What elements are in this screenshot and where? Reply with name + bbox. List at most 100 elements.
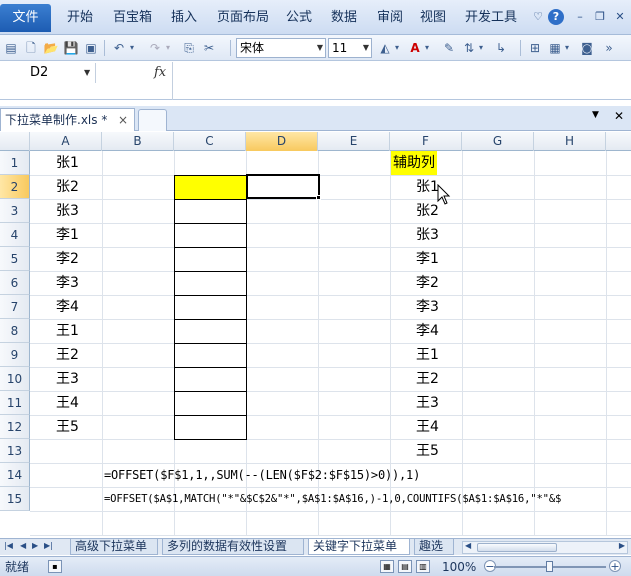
cell-f6[interactable]: 李2 <box>416 271 439 295</box>
cell-f3[interactable]: 张2 <box>416 199 439 223</box>
window-minimize-icon[interactable]: – <box>572 9 588 25</box>
close-workbook-icon[interactable]: ✕ <box>614 109 624 123</box>
redo-dropdown-icon[interactable]: ▾ <box>162 39 174 57</box>
row-header-1[interactable]: 1 <box>0 151 30 175</box>
scroll-left-icon[interactable]: ◀ <box>465 541 471 550</box>
sheet-tab-multi-column-validation[interactable]: 多列的数据有效性设置 <box>162 539 304 555</box>
row-header-10[interactable]: 10 <box>0 367 30 391</box>
chevron-down-icon[interactable]: ▼ <box>592 110 599 120</box>
window-close-icon[interactable]: ✕ <box>612 9 628 25</box>
menu-home[interactable]: 开始 <box>67 9 93 27</box>
row-header-15[interactable]: 15 <box>0 487 30 511</box>
menu-data[interactable]: 数据 <box>331 9 357 27</box>
cell-a12[interactable]: 王5 <box>56 415 79 439</box>
menu-insert[interactable]: 插入 <box>171 9 197 27</box>
cell-a7[interactable]: 李4 <box>56 295 79 319</box>
chevron-down-icon[interactable]: ▼ <box>84 63 90 83</box>
cell-f9[interactable]: 王1 <box>416 343 439 367</box>
insert-function-icon[interactable]: fx <box>154 63 166 83</box>
zoom-slider-knob[interactable] <box>546 561 553 572</box>
page-break-view-icon[interactable]: ▥ <box>416 560 430 573</box>
row-header-4[interactable]: 4 <box>0 223 30 247</box>
column-header-i[interactable] <box>606 132 631 151</box>
menu-view[interactable]: 视图 <box>420 9 446 27</box>
autofill-icon[interactable]: ↳ <box>492 39 510 57</box>
new-file-icon[interactable]: 🗋 <box>22 39 40 57</box>
row-header-7[interactable]: 7 <box>0 295 30 319</box>
scroll-right-icon[interactable]: ▶ <box>619 541 625 550</box>
cell-a4[interactable]: 李1 <box>56 223 79 247</box>
minimize-ribbon-icon[interactable]: ♡ <box>530 9 546 25</box>
borders-icon[interactable]: ⊞ <box>526 39 544 57</box>
copy-icon[interactable]: ⎘ <box>180 39 198 57</box>
cell-f1[interactable]: 辅助列 <box>393 151 435 175</box>
column-header-e[interactable]: E <box>318 132 390 151</box>
row-header-12[interactable]: 12 <box>0 415 30 439</box>
normal-view-icon[interactable]: ▦ <box>380 560 394 573</box>
table-format-dropdown-icon[interactable]: ▾ <box>562 39 572 57</box>
menu-developer[interactable]: 开发工具 <box>465 9 517 27</box>
cell-f2[interactable]: 张1 <box>416 175 439 199</box>
file-menu-button[interactable]: 文件 <box>0 4 51 32</box>
row-header-6[interactable]: 6 <box>0 271 30 295</box>
cell-a2[interactable]: 张2 <box>56 175 79 199</box>
cell-f13[interactable]: 王5 <box>416 439 439 463</box>
column-header-g[interactable]: G <box>462 132 534 151</box>
cell-a9[interactable]: 王2 <box>56 343 79 367</box>
cell-a6[interactable]: 李3 <box>56 271 79 295</box>
column-header-d[interactable]: D <box>246 132 318 151</box>
menu-page-layout[interactable]: 页面布局 <box>217 9 269 27</box>
toolbar-menu-icon[interactable]: ▤ <box>2 39 20 57</box>
select-all-corner[interactable] <box>0 132 30 151</box>
row-header-13[interactable]: 13 <box>0 439 30 463</box>
fill-handle[interactable] <box>316 195 321 200</box>
cell-b14-formula[interactable]: =OFFSET($F$1,1,,SUM(--(LEN($F$2:$F$15)>0… <box>104 463 420 487</box>
last-sheet-icon[interactable]: ▶| <box>44 541 53 550</box>
horizontal-scroll-thumb[interactable] <box>477 543 557 552</box>
spreadsheet-grid[interactable]: A B C D E F G H 1 2 3 4 5 6 7 8 9 10 11 12 13 14 15 张1… <box>0 132 631 538</box>
undo-dropdown-icon[interactable]: ▾ <box>126 39 138 57</box>
open-folder-icon[interactable]: 📂 <box>42 39 60 57</box>
column-header-c[interactable]: C <box>174 132 246 151</box>
sort-dropdown-icon[interactable]: ▾ <box>476 39 486 57</box>
column-header-a[interactable]: A <box>30 132 102 151</box>
cell-a11[interactable]: 王4 <box>56 391 79 415</box>
row-header-9[interactable]: 9 <box>0 343 30 367</box>
cell-f7[interactable]: 李3 <box>416 295 439 319</box>
cell-f10[interactable]: 王2 <box>416 367 439 391</box>
cell-f8[interactable]: 李4 <box>416 319 439 343</box>
font-name-select[interactable]: 宋体 ▼ <box>236 38 326 58</box>
zoom-in-icon[interactable]: + <box>609 560 621 572</box>
camera-icon[interactable]: ◙ <box>578 39 596 57</box>
menu-review[interactable]: 审阅 <box>377 9 403 27</box>
new-workbook-tab[interactable] <box>138 109 167 131</box>
cell-a10[interactable]: 王3 <box>56 367 79 391</box>
cell-a5[interactable]: 李2 <box>56 247 79 271</box>
horizontal-scrollbar[interactable]: ◀ ▶ <box>462 541 628 554</box>
page-layout-view-icon[interactable]: ▤ <box>398 560 412 573</box>
cell-f5[interactable]: 李1 <box>416 247 439 271</box>
row-header-11[interactable]: 11 <box>0 391 30 415</box>
cell-f4[interactable]: 张3 <box>416 223 439 247</box>
column-header-h[interactable]: H <box>534 132 606 151</box>
sheet-tab-advanced-dropdown[interactable]: 高级下拉菜单 <box>70 539 158 555</box>
column-header-b[interactable]: B <box>102 132 174 151</box>
zoom-level[interactable]: 100% <box>442 559 476 575</box>
selected-cell-d2[interactable] <box>246 174 320 199</box>
cell-b15-formula[interactable]: =OFFSET($A$1,MATCH("*"&$C$2&"*",$A$1:$A$… <box>104 487 561 511</box>
cell-f11[interactable]: 王3 <box>416 391 439 415</box>
macro-record-icon[interactable]: ▪ <box>48 560 62 573</box>
brush-icon[interactable]: ✎ <box>440 39 458 57</box>
row-header-5[interactable]: 5 <box>0 247 30 271</box>
save-as-icon[interactable]: ▣ <box>82 39 100 57</box>
cell-a3[interactable]: 张3 <box>56 199 79 223</box>
cell-a1[interactable]: 张1 <box>56 151 79 175</box>
row-header-14[interactable]: 14 <box>0 463 30 487</box>
column-header-f[interactable]: F <box>390 132 462 151</box>
sheet-tab-partial[interactable]: 趣选 <box>414 539 454 555</box>
cell-a8[interactable]: 王1 <box>56 319 79 343</box>
prev-sheet-icon[interactable]: ◀ <box>20 541 26 550</box>
row-header-3[interactable]: 3 <box>0 199 30 223</box>
next-sheet-icon[interactable]: ▶ <box>32 541 38 550</box>
fill-color-dropdown-icon[interactable]: ▾ <box>392 39 402 57</box>
